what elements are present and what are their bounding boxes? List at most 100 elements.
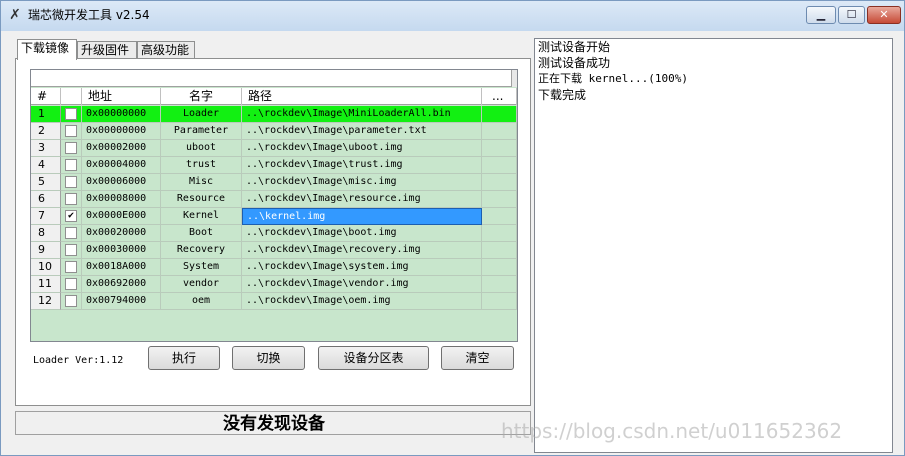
row-path[interactable]: ..\rockdev\Image\trust.img [242, 157, 482, 174]
row-path[interactable]: ..\rockdev\Image\oem.img [242, 293, 482, 310]
row-checkbox-cell: ✔ [61, 208, 82, 225]
row-name: trust [161, 157, 242, 174]
table-row[interactable]: 4 0x00004000 trust ..\rockdev\Image\trust.i… [31, 157, 517, 174]
switch-button[interactable]: 切换 [232, 346, 305, 370]
row-checkbox[interactable] [65, 261, 77, 273]
row-path[interactable]: ..\rockdev\Image\uboot.img [242, 140, 482, 157]
maximize-button[interactable]: ☐ [838, 6, 865, 24]
tab-upgrade-firmware[interactable]: 升级固件 [77, 41, 137, 59]
row-address: 0x00000000 [82, 123, 161, 140]
row-address: 0x00794000 [82, 293, 161, 310]
row-more[interactable] [482, 293, 517, 310]
row-more[interactable] [482, 208, 517, 225]
download-image-panel: # 地址 名字 路径 ... 1 0x00000000 Loader ..\rockd… [15, 58, 531, 406]
row-path[interactable]: ..\rockdev\Image\parameter.txt [242, 123, 482, 140]
row-index: 6 [31, 191, 61, 208]
row-name: vendor [161, 276, 242, 293]
row-checkbox-cell [61, 242, 82, 259]
row-checkbox[interactable] [65, 227, 77, 239]
row-checkbox[interactable] [65, 142, 77, 154]
table-row[interactable]: 8 0x00020000 Boot ..\rockdev\Image\boot.img [31, 225, 517, 242]
tab-advanced[interactable]: 高级功能 [137, 41, 195, 59]
row-checkbox[interactable] [65, 125, 77, 137]
row-checkbox[interactable] [65, 108, 77, 120]
row-path[interactable]: ..\rockdev\Image\vendor.img [242, 276, 482, 293]
row-checkbox[interactable]: ✔ [65, 210, 77, 222]
row-checkbox[interactable] [65, 193, 77, 205]
row-path[interactable]: ..\rockdev\Image\recovery.img [242, 242, 482, 259]
row-index: 2 [31, 123, 61, 140]
row-checkbox-cell [61, 293, 82, 310]
table-row[interactable]: 12 0x00794000 oem ..\rockdev\Image\oem.img [31, 293, 517, 310]
row-checkbox-cell [61, 123, 82, 140]
row-address: 0x00020000 [82, 225, 161, 242]
row-index: 10 [31, 259, 61, 276]
row-more[interactable] [482, 106, 517, 123]
row-more[interactable] [482, 259, 517, 276]
row-checkbox[interactable] [65, 278, 77, 290]
row-more[interactable] [482, 140, 517, 157]
row-address: 0x0018A000 [82, 259, 161, 276]
row-index: 11 [31, 276, 61, 293]
row-more[interactable] [482, 242, 517, 259]
row-more[interactable] [482, 276, 517, 293]
tab-download-image[interactable]: 下载镜像 [17, 39, 77, 60]
row-checkbox[interactable] [65, 176, 77, 188]
row-index: 7 [31, 208, 61, 225]
log-line: 测试设备开始 [538, 40, 611, 54]
row-checkbox[interactable] [65, 244, 77, 256]
row-more[interactable] [482, 191, 517, 208]
row-path[interactable]: ..\rockdev\Image\resource.img [242, 191, 482, 208]
app-window: ✗ 瑞芯微开发工具 v2.54 ▁ ☐ ✕ 下载镜像 升级固件 高级功能 # 地… [0, 0, 905, 456]
grid-scrollbar[interactable] [511, 70, 517, 87]
log-output[interactable]: 测试设备开始 测试设备成功 正在下载 kernel...(100%) 下载完成 [534, 38, 893, 453]
window-title: 瑞芯微开发工具 v2.54 [28, 8, 150, 22]
grid-header: # 地址 名字 路径 ... [31, 88, 517, 105]
status-bar: 没有发现设备 [15, 411, 531, 435]
table-row[interactable]: 6 0x00008000 Resource ..\rockdev\Image\reso… [31, 191, 517, 208]
clear-button[interactable]: 清空 [441, 346, 514, 370]
table-row[interactable]: 10 0x0018A000 System ..\rockdev\Image\syste… [31, 259, 517, 276]
execute-button[interactable]: 执行 [148, 346, 220, 370]
row-more[interactable] [482, 157, 517, 174]
row-index: 4 [31, 157, 61, 174]
row-path[interactable]: ..\rockdev\Image\system.img [242, 259, 482, 276]
row-address: 0x00008000 [82, 191, 161, 208]
row-path[interactable]: ..\rockdev\Image\boot.img [242, 225, 482, 242]
row-checkbox[interactable] [65, 295, 77, 307]
table-row[interactable]: 2 0x00000000 Parameter ..\rockdev\Image\par… [31, 123, 517, 140]
app-icon: ✗ [9, 7, 21, 23]
row-checkbox-cell [61, 157, 82, 174]
row-name: Boot [161, 225, 242, 242]
table-row[interactable]: 11 0x00692000 vendor ..\rockdev\Image\vendo… [31, 276, 517, 293]
row-path[interactable]: ..\rockdev\Image\MiniLoaderAll.bin [242, 106, 482, 123]
row-index: 9 [31, 242, 61, 259]
row-more[interactable] [482, 174, 517, 191]
row-more[interactable] [482, 123, 517, 140]
device-status: 没有发现设备 [223, 414, 325, 434]
partition-table-button[interactable]: 设备分区表 [318, 346, 429, 370]
table-row[interactable]: 1 0x00000000 Loader ..\rockdev\Image\MiniLo… [31, 106, 517, 123]
table-row[interactable]: 9 0x00030000 Recovery ..\rockdev\Image\reco… [31, 242, 517, 259]
row-name: System [161, 259, 242, 276]
table-row[interactable]: 3 0x00002000 uboot ..\rockdev\Image\uboot.i… [31, 140, 517, 157]
row-more[interactable] [482, 225, 517, 242]
partition-grid[interactable]: # 地址 名字 路径 ... 1 0x00000000 Loader ..\rockd… [30, 69, 518, 342]
row-checkbox[interactable] [65, 159, 77, 171]
row-checkbox-cell [61, 259, 82, 276]
row-checkbox-cell [61, 106, 82, 123]
row-address: 0x00030000 [82, 242, 161, 259]
log-line: 下载完成 [538, 88, 587, 102]
row-path[interactable]: ..\kernel.img [242, 208, 482, 225]
title-bar[interactable]: ✗ 瑞芯微开发工具 v2.54 ▁ ☐ ✕ [1, 1, 904, 31]
row-address: 0x00692000 [82, 276, 161, 293]
row-path[interactable]: ..\rockdev\Image\misc.img [242, 174, 482, 191]
table-row[interactable]: 7 ✔ 0x0000E000 Kernel ..\kernel.img [31, 208, 517, 225]
row-address: 0x0000E000 [82, 208, 161, 225]
row-checkbox-cell [61, 174, 82, 191]
table-row[interactable]: 5 0x00006000 Misc ..\rockdev\Image\misc.img [31, 174, 517, 191]
header-path: 路径 [242, 88, 482, 105]
minimize-button[interactable]: ▁ [806, 6, 836, 24]
close-button[interactable]: ✕ [867, 6, 901, 24]
row-name: Parameter [161, 123, 242, 140]
